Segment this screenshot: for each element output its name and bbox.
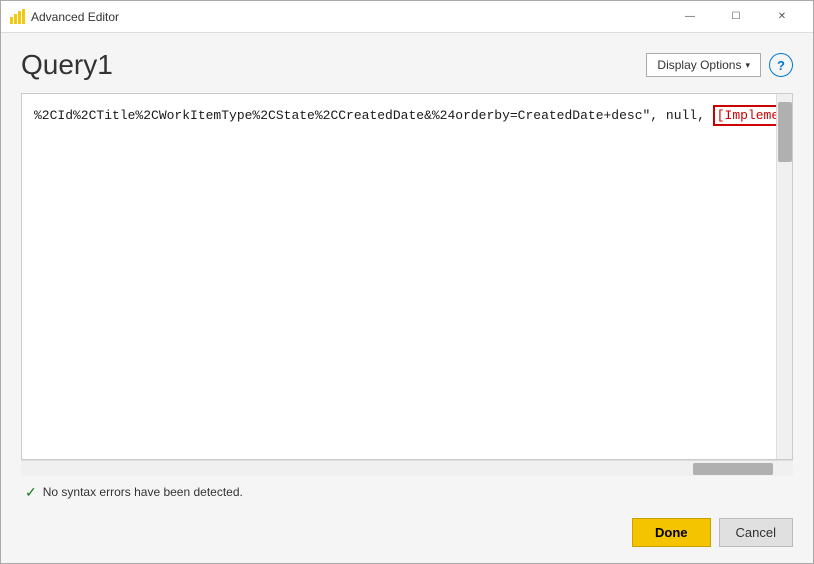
status-text: No syntax errors have been detected. xyxy=(43,485,243,499)
header-row: Query1 Display Options ▾ ? xyxy=(21,49,793,81)
editor-scroll-area[interactable]: %2CId%2CTitle%2CWorkItemType%2CState%2CC… xyxy=(22,94,776,459)
window-title: Advanced Editor xyxy=(31,10,667,24)
display-options-button[interactable]: Display Options ▾ xyxy=(646,53,761,77)
code-prefix: %2CId%2CTitle%2CWorkItemType%2CState%2CC… xyxy=(34,108,713,123)
hscrollbar-thumb[interactable] xyxy=(693,463,773,475)
content-area: Query1 Display Options ▾ ? %2CId%2CTitle… xyxy=(1,33,813,563)
scrollbar-thumb[interactable] xyxy=(778,102,792,162)
chevron-down-icon: ▾ xyxy=(745,60,750,71)
vertical-scrollbar[interactable] xyxy=(776,94,792,459)
code-line-1: %2CId%2CTitle%2CWorkItemType%2CState%2CC… xyxy=(34,106,764,126)
status-check-icon: ✓ xyxy=(25,484,37,501)
close-button[interactable]: ✕ xyxy=(759,1,805,33)
cancel-button[interactable]: Cancel xyxy=(719,518,793,547)
header-right: Display Options ▾ ? xyxy=(646,53,793,77)
help-button[interactable]: ? xyxy=(769,53,793,77)
display-options-label: Display Options xyxy=(657,58,741,72)
query-title: Query1 xyxy=(21,49,113,81)
horizontal-scrollbar-area[interactable] xyxy=(21,460,793,476)
window-controls: — ☐ ✕ xyxy=(667,1,805,33)
maximize-button[interactable]: ☐ xyxy=(713,1,759,33)
code-highlighted: [Implementation="2.0"] xyxy=(713,105,776,126)
code-editor[interactable]: %2CId%2CTitle%2CWorkItemType%2CState%2CC… xyxy=(21,93,793,460)
advanced-editor-window: Advanced Editor — ☐ ✕ Query1 Display Opt… xyxy=(0,0,814,564)
minimize-button[interactable]: — xyxy=(667,1,713,33)
titlebar: Advanced Editor — ☐ ✕ xyxy=(1,1,813,33)
done-button[interactable]: Done xyxy=(632,518,711,547)
app-icon xyxy=(9,9,25,25)
status-bar: ✓ No syntax errors have been detected. xyxy=(21,476,793,508)
footer-row: Done Cancel xyxy=(21,508,793,547)
